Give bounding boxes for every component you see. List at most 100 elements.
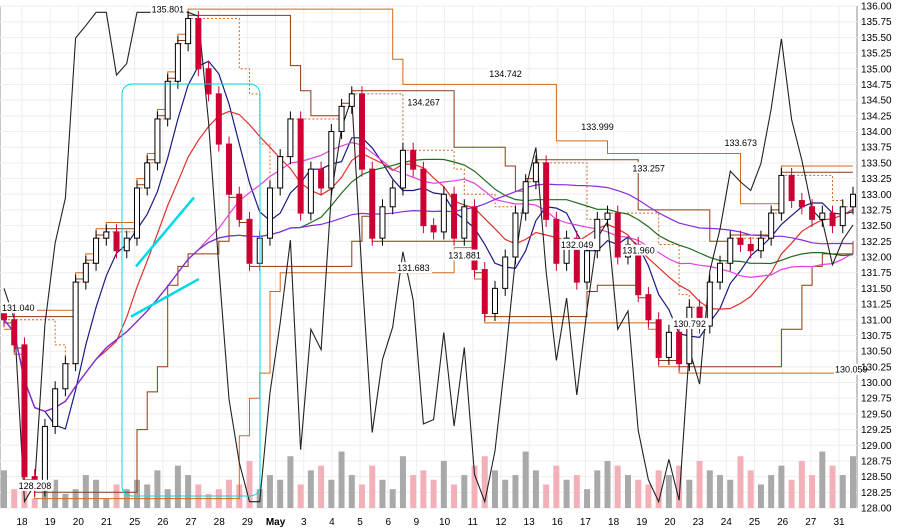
volume-bar <box>614 465 621 508</box>
candle-body <box>318 168 325 189</box>
y-tick-label: 131.50 <box>861 284 892 295</box>
volume-bar <box>747 470 754 508</box>
candle-body <box>154 118 161 164</box>
candle-body <box>819 212 826 220</box>
candle-body <box>369 168 376 239</box>
candle-body <box>1 312 7 321</box>
y-tick-label: 135.25 <box>861 49 892 60</box>
x-tick-label: 25 <box>749 517 761 528</box>
x-tick-label: 12 <box>495 517 507 528</box>
volume-bar <box>737 456 744 508</box>
candle-body <box>246 218 253 264</box>
price-label-text: 131.683 <box>397 263 430 273</box>
candle-body <box>103 231 110 239</box>
volume-bar <box>287 456 294 508</box>
x-tick-label: 13 <box>524 517 536 528</box>
candle-body <box>839 206 846 227</box>
volume-bar <box>451 484 458 508</box>
x-tick-label: 26 <box>777 517 789 528</box>
volume-bar <box>185 475 192 508</box>
candle-body <box>798 200 805 208</box>
candle-body <box>850 193 856 208</box>
candle-body <box>226 143 233 195</box>
x-tick-label: 21 <box>101 517 113 528</box>
candle-body <box>757 237 764 252</box>
price-label-text: 130.792 <box>673 319 706 329</box>
y-tick-label: 130.75 <box>861 331 892 342</box>
volume-bar <box>553 465 560 508</box>
volume-bar <box>338 451 345 508</box>
x-tick-label: 9 <box>414 517 420 528</box>
y-tick-label: 135.50 <box>861 33 892 44</box>
price-label-text: 131.960 <box>622 246 655 256</box>
volume-bar <box>277 479 284 508</box>
candle-body <box>451 193 458 239</box>
volume-bar <box>430 479 437 508</box>
y-tick-label: 134.25 <box>861 111 892 122</box>
volume-bar <box>389 489 396 508</box>
x-tick-label: 27 <box>805 517 817 528</box>
price-chart: 135.801 134.742 134.267 133.999 133.673 133.2… <box>0 2 892 528</box>
y-tick-label: 135.00 <box>861 64 892 75</box>
x-tick-label: 29 <box>242 517 254 528</box>
x-tick-label: 16 <box>552 517 564 528</box>
y-tick-label: 128.00 <box>861 504 892 515</box>
candle-body <box>645 294 652 321</box>
volume-bar <box>328 479 335 508</box>
candle-body <box>287 118 294 158</box>
x-tick-label: 10 <box>439 517 451 528</box>
candle-body <box>809 206 816 220</box>
volume-bar <box>62 493 69 508</box>
volume-bar <box>635 479 642 508</box>
y-tick-label: 134.75 <box>861 80 892 91</box>
x-tick-label: 6 <box>385 517 391 528</box>
price-label-text: 133.999 <box>581 122 614 132</box>
volume-bar <box>686 479 693 508</box>
x-tick-label: May <box>266 517 286 528</box>
candle-body <box>123 237 130 252</box>
x-tick-label: 18 <box>608 517 620 528</box>
candle-body <box>430 225 437 233</box>
volume-bar <box>1 470 7 508</box>
x-axis: 18 19 20 21 25 26 27 28 29 May 3 4 5 6 9 10 11 12 13 16 17 18… <box>16 517 845 528</box>
x-tick-label: 25 <box>129 517 141 528</box>
price-label-text: 134.267 <box>407 97 440 107</box>
volume-bar <box>778 465 785 508</box>
candle-body <box>665 331 672 358</box>
candle-body <box>491 287 498 314</box>
volume-bar <box>645 484 652 508</box>
volume-bar <box>307 470 314 508</box>
candle-body <box>195 18 202 70</box>
candle-body <box>236 193 243 220</box>
volume-bar <box>113 484 120 508</box>
price-label-text: 134.742 <box>489 69 522 79</box>
candle-body <box>164 80 171 120</box>
candle-body <box>338 105 345 133</box>
candle-body <box>11 319 18 346</box>
y-tick-label: 129.75 <box>861 394 892 405</box>
candle-body <box>461 206 468 239</box>
candle-body <box>62 363 69 390</box>
volume-bar <box>359 484 366 508</box>
volume-bar <box>563 479 570 508</box>
x-tick-label: 31 <box>833 517 845 528</box>
candle-body <box>829 212 836 227</box>
price-label: 133.673 <box>723 137 760 149</box>
x-tick-label: 23 <box>693 517 705 528</box>
volume-bar <box>297 484 304 508</box>
y-tick-label: 130.00 <box>861 378 892 389</box>
y-tick-label: 134.00 <box>861 127 892 138</box>
candle-body <box>174 43 181 82</box>
x-tick-label: 20 <box>664 517 676 528</box>
y-tick-label: 129.25 <box>861 425 892 436</box>
x-tick-label: 28 <box>214 517 226 528</box>
volume-bar <box>757 484 764 508</box>
price-label: 133.999 <box>580 120 617 132</box>
volume-bar <box>369 465 376 508</box>
volume-bar <box>604 460 611 508</box>
price-label: 134.267 <box>406 96 443 108</box>
volume-bar <box>727 479 734 508</box>
volume-bar <box>573 475 580 508</box>
volume-bar <box>788 479 795 508</box>
x-tick-label: 24 <box>721 517 733 528</box>
